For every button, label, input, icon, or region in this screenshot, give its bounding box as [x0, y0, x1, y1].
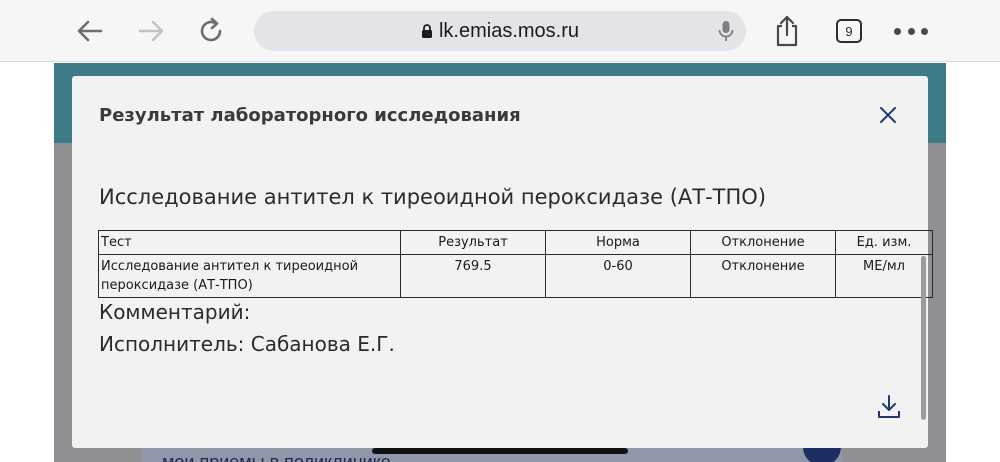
reload-icon: [200, 17, 222, 42]
share-icon: [776, 15, 798, 47]
header-norm: Норма: [545, 230, 691, 255]
browser-toolbar: lk.emias.mos.ru 9: [0, 0, 1000, 62]
header-deviation: Отклонение: [690, 230, 836, 255]
cell-test: Исследование антител к тиреоидной перокс…: [98, 254, 401, 298]
forward-arrow-icon: [138, 20, 164, 42]
cell-deviation: Отклонение: [690, 254, 836, 298]
tabs-button[interactable]: 9: [836, 19, 862, 43]
back-button[interactable]: [70, 11, 110, 51]
lock-icon: [421, 23, 432, 38]
back-arrow-icon: [77, 20, 103, 42]
download-icon[interactable]: [876, 394, 902, 420]
modal-title: Результат лабораторного исследования: [99, 105, 521, 126]
lab-result-modal: Результат лабораторного исследования Исс…: [72, 76, 933, 448]
address-bar[interactable]: lk.emias.mos.ru: [254, 11, 746, 51]
more-dots-icon[interactable]: [894, 19, 928, 43]
modal-scrollbar[interactable]: [921, 256, 926, 420]
study-title: Исследование антител к тиреоидной перокс…: [99, 185, 767, 209]
header-test: Тест: [98, 230, 401, 255]
share-button[interactable]: [767, 11, 807, 51]
home-indicator[interactable]: [372, 448, 628, 454]
appointments-link[interactable]: мои приемы в поликлинике: [162, 452, 391, 462]
cell-unit: МЕ/мл: [835, 254, 933, 298]
url-text: lk.emias.mos.ru: [438, 19, 580, 42]
executor-text: Исполнитель: Сабанова Е.Г.: [99, 332, 395, 356]
header-unit: Ед. изм.: [835, 230, 933, 255]
close-icon[interactable]: [878, 105, 898, 125]
comment-label: Комментарий:: [99, 300, 251, 324]
microphone-icon[interactable]: [718, 20, 734, 42]
table-header-row: Тест Результат Норма Отклонение Ед. изм.: [98, 230, 933, 255]
cell-result: 769.5: [400, 254, 546, 298]
cell-norm: 0-60: [545, 254, 691, 298]
reload-button[interactable]: [191, 11, 231, 51]
forward-button[interactable]: [131, 11, 171, 51]
results-table: Тест Результат Норма Отклонение Ед. изм.…: [98, 230, 933, 298]
header-result: Результат: [400, 230, 546, 255]
table-row: Исследование антител к тиреоидной перокс…: [98, 254, 933, 298]
